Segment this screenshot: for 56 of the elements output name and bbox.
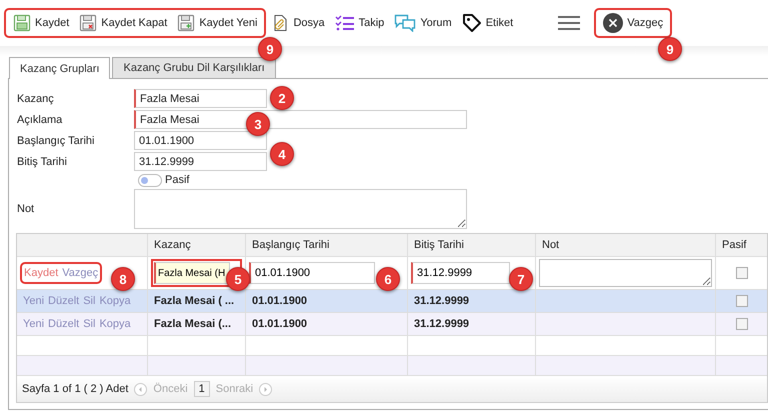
column-header: Not [536,234,716,256]
tag-icon [462,13,482,33]
column-header: Bitiş Tarihi [408,234,536,256]
close-icon [603,13,624,33]
input-field[interactable]: 31.12.9999 [134,152,267,171]
toggle-switch[interactable] [138,174,162,186]
checklist-icon [334,14,355,32]
note-field[interactable] [134,189,467,229]
toolbar-button[interactable]: Kaydet Yeni [172,11,262,35]
input-field[interactable]: Fazla Mesai [134,89,267,108]
column-header: Kazanç [148,234,246,256]
toolbar-button[interactable]: Yorum [389,11,457,35]
table-cell: Fazla Mesai (... [148,313,246,335]
field-label: Başlangıç Tarihi [17,134,96,146]
table-cell: 01.01.1900 [246,313,408,335]
annotation-badge: 8 [111,267,135,291]
annotation-badge: 9 [258,37,282,61]
field-label: Kazanç [17,92,55,104]
annotation-badge: 2 [270,86,294,110]
annotation-badge: 9 [658,37,682,61]
previous-icon[interactable] [134,382,148,396]
toolbar-button[interactable]: Kaydet [8,11,74,35]
note-field[interactable] [539,259,712,287]
chat-bubbles-icon [394,14,416,32]
date-field[interactable]: 01.01.1900 [249,262,375,284]
page-info: Sayfa 1 of 1 ( 2 ) Adet [22,383,128,395]
field-label: Not [17,203,36,215]
input-field[interactable]: Fazla Mesai (H [154,262,230,284]
annotation-badge: 4 [270,142,294,166]
toolbar-button[interactable]: Dosya [266,11,330,35]
toolbar-button[interactable]: Etiket [456,10,518,36]
floppy-disk-x-icon [79,14,98,32]
field-label: Açıklama [17,114,64,126]
checkbox[interactable] [736,295,748,307]
page-number[interactable]: 1 [194,381,210,397]
date-field[interactable]: 31.12.9999 [411,262,510,284]
checkbox[interactable] [736,318,748,330]
tab[interactable]: Kazanç Grubu Dil Karşılıkları [112,57,276,78]
checkbox[interactable] [736,267,748,279]
toolbar-button[interactable]: Takip [330,11,390,35]
table-row[interactable]: Yeni Düzelt Sil Kopya Fazla Mesai ( ... 01.01.1900 31.12.9999 [17,290,767,313]
column-header: Başlangıç Tarihi [246,234,408,256]
annotation-badge: 6 [376,267,400,291]
floppy-disk-plus-icon [177,14,196,32]
tab[interactable]: Kazanç Grupları [9,57,110,79]
next-icon[interactable] [259,382,272,396]
field-label: Bitiş Tarihi [17,156,68,168]
toolbar-button[interactable]: Kaydet Kapat [74,11,172,35]
input-field[interactable]: 01.01.1900 [134,131,267,150]
table-cell: 31.12.9999 [408,313,536,335]
menu-icon [558,15,580,31]
annotation-badge: 7 [509,267,533,291]
cancel-button[interactable]: Vazgeç [598,10,668,36]
table-row[interactable]: Yeni Düzelt Sil Kopya Fazla Mesai (... 01.01.1900 31.12.9999 [17,313,767,336]
toggle-label: Pasif [165,174,190,186]
column-header: Pasif [721,238,748,253]
